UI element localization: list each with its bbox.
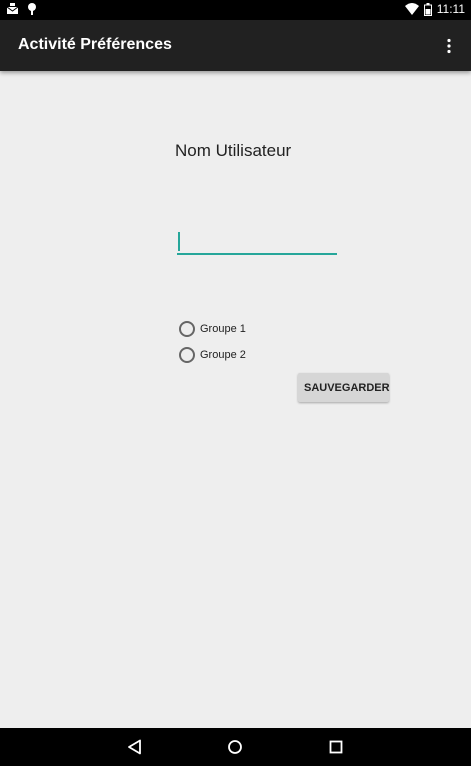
radio-label-groupe-1: Groupe 1 — [200, 323, 246, 335]
app-bar-title: Activité Préférences — [18, 36, 172, 53]
mail-notification-icon — [6, 3, 19, 14]
save-button[interactable]: SAUVEGARDER — [298, 373, 390, 402]
text-cursor — [178, 232, 180, 251]
preferences-form: Nom Utilisateur Groupe 1 Groupe 2 SAUVEG… — [0, 71, 471, 728]
username-label: Nom Utilisateur — [175, 141, 292, 160]
back-icon[interactable] — [127, 739, 143, 755]
android-debug-icon — [28, 3, 36, 15]
overflow-menu-icon[interactable] — [445, 38, 453, 54]
home-icon[interactable] — [227, 739, 243, 755]
radio-unchecked-icon[interactable] — [179, 321, 195, 337]
radio-groupe-2[interactable]: Groupe 2 — [179, 347, 246, 363]
status-left-icons — [6, 3, 37, 15]
wifi-icon — [404, 3, 419, 15]
navigation-bar — [0, 728, 471, 766]
battery-icon — [423, 2, 432, 16]
username-input[interactable] — [177, 229, 337, 255]
radio-label-groupe-2: Groupe 2 — [200, 349, 246, 361]
recents-icon[interactable] — [328, 739, 344, 755]
status-right-icons: 11:11 — [404, 2, 465, 16]
app-bar: Activité Préférences — [0, 20, 471, 71]
status-time: 11:11 — [436, 2, 465, 16]
radio-groupe-1[interactable]: Groupe 1 — [179, 321, 246, 337]
status-bar: 11:11 — [0, 0, 471, 20]
radio-unchecked-icon[interactable] — [179, 347, 195, 363]
